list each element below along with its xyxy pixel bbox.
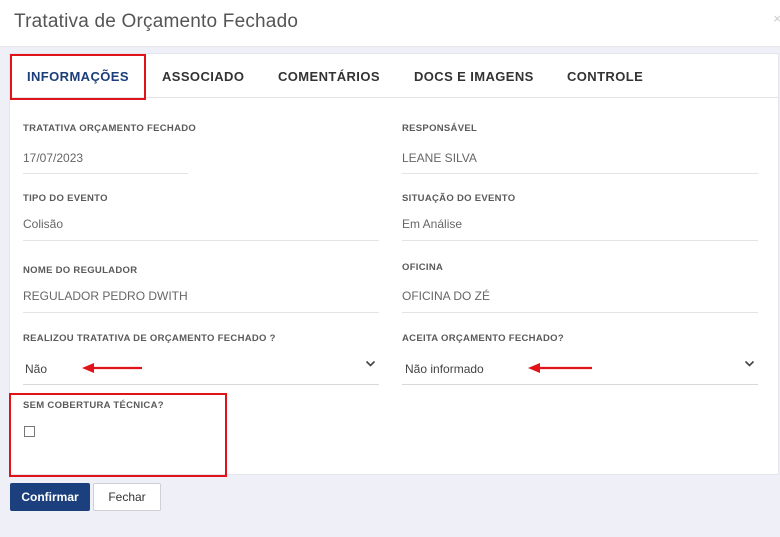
tipo-evento-label: TIPO DO EVENTO — [23, 193, 108, 204]
highlight-box-tab — [10, 54, 146, 100]
realizou-tratativa-underline — [23, 384, 379, 385]
modal-header: Tratativa de Orçamento Fechado × — [0, 0, 780, 47]
tipo-evento-value: Colisão — [23, 217, 64, 231]
regulador-value: REGULADOR PEDRO DWITH — [23, 289, 188, 303]
modal-title: Tratativa de Orçamento Fechado — [14, 11, 299, 32]
tab-docs-e-imagens[interactable]: DOCS E IMAGENS — [414, 69, 534, 84]
aceita-orcamento-select[interactable]: Não informado — [405, 362, 484, 376]
situacao-evento-value: Em Análise — [402, 217, 463, 231]
highlight-box-checkbox — [9, 393, 227, 477]
oficina-label: OFICINA — [402, 262, 444, 273]
tratativa-value: 17/07/2023 — [23, 151, 84, 165]
responsavel-value: LEANE SILVA — [402, 151, 477, 165]
chevron-down-icon[interactable] — [365, 360, 376, 368]
aceita-orcamento-underline — [402, 384, 758, 385]
red-arrow-icon — [82, 363, 142, 373]
regulador-underline — [23, 312, 379, 313]
responsavel-underline — [402, 173, 758, 174]
oficina-value: OFICINA DO ZÉ — [402, 289, 491, 303]
close-icon[interactable]: × — [773, 11, 780, 26]
tab-comentarios[interactable]: COMENTÁRIOS — [278, 69, 380, 84]
chevron-down-icon[interactable] — [744, 360, 755, 368]
situacao-evento-label: SITUAÇÃO DO EVENTO — [402, 193, 516, 204]
tab-associado[interactable]: ASSOCIADO — [162, 69, 244, 84]
realizou-tratativa-label: REALIZOU TRATATIVA DE ORÇAMENTO FECHADO … — [23, 333, 276, 344]
close-button[interactable]: Fechar — [93, 483, 161, 511]
realizou-tratativa-select[interactable]: Não — [25, 362, 47, 376]
responsavel-label: RESPONSÁVEL — [402, 123, 478, 134]
tipo-evento-underline — [23, 240, 379, 241]
tratativa-underline — [23, 173, 188, 174]
confirm-button[interactable]: Confirmar — [10, 483, 90, 511]
red-arrow-icon — [528, 363, 592, 373]
aceita-orcamento-label: ACEITA ORÇAMENTO FECHADO? — [402, 333, 564, 344]
regulador-label: NOME DO REGULADOR — [23, 265, 138, 276]
oficina-underline — [402, 312, 758, 313]
situacao-evento-underline — [402, 240, 758, 241]
tab-controle[interactable]: CONTROLE — [567, 69, 643, 84]
tratativa-label: TRATATIVA ORÇAMENTO FECHADO — [23, 123, 197, 134]
